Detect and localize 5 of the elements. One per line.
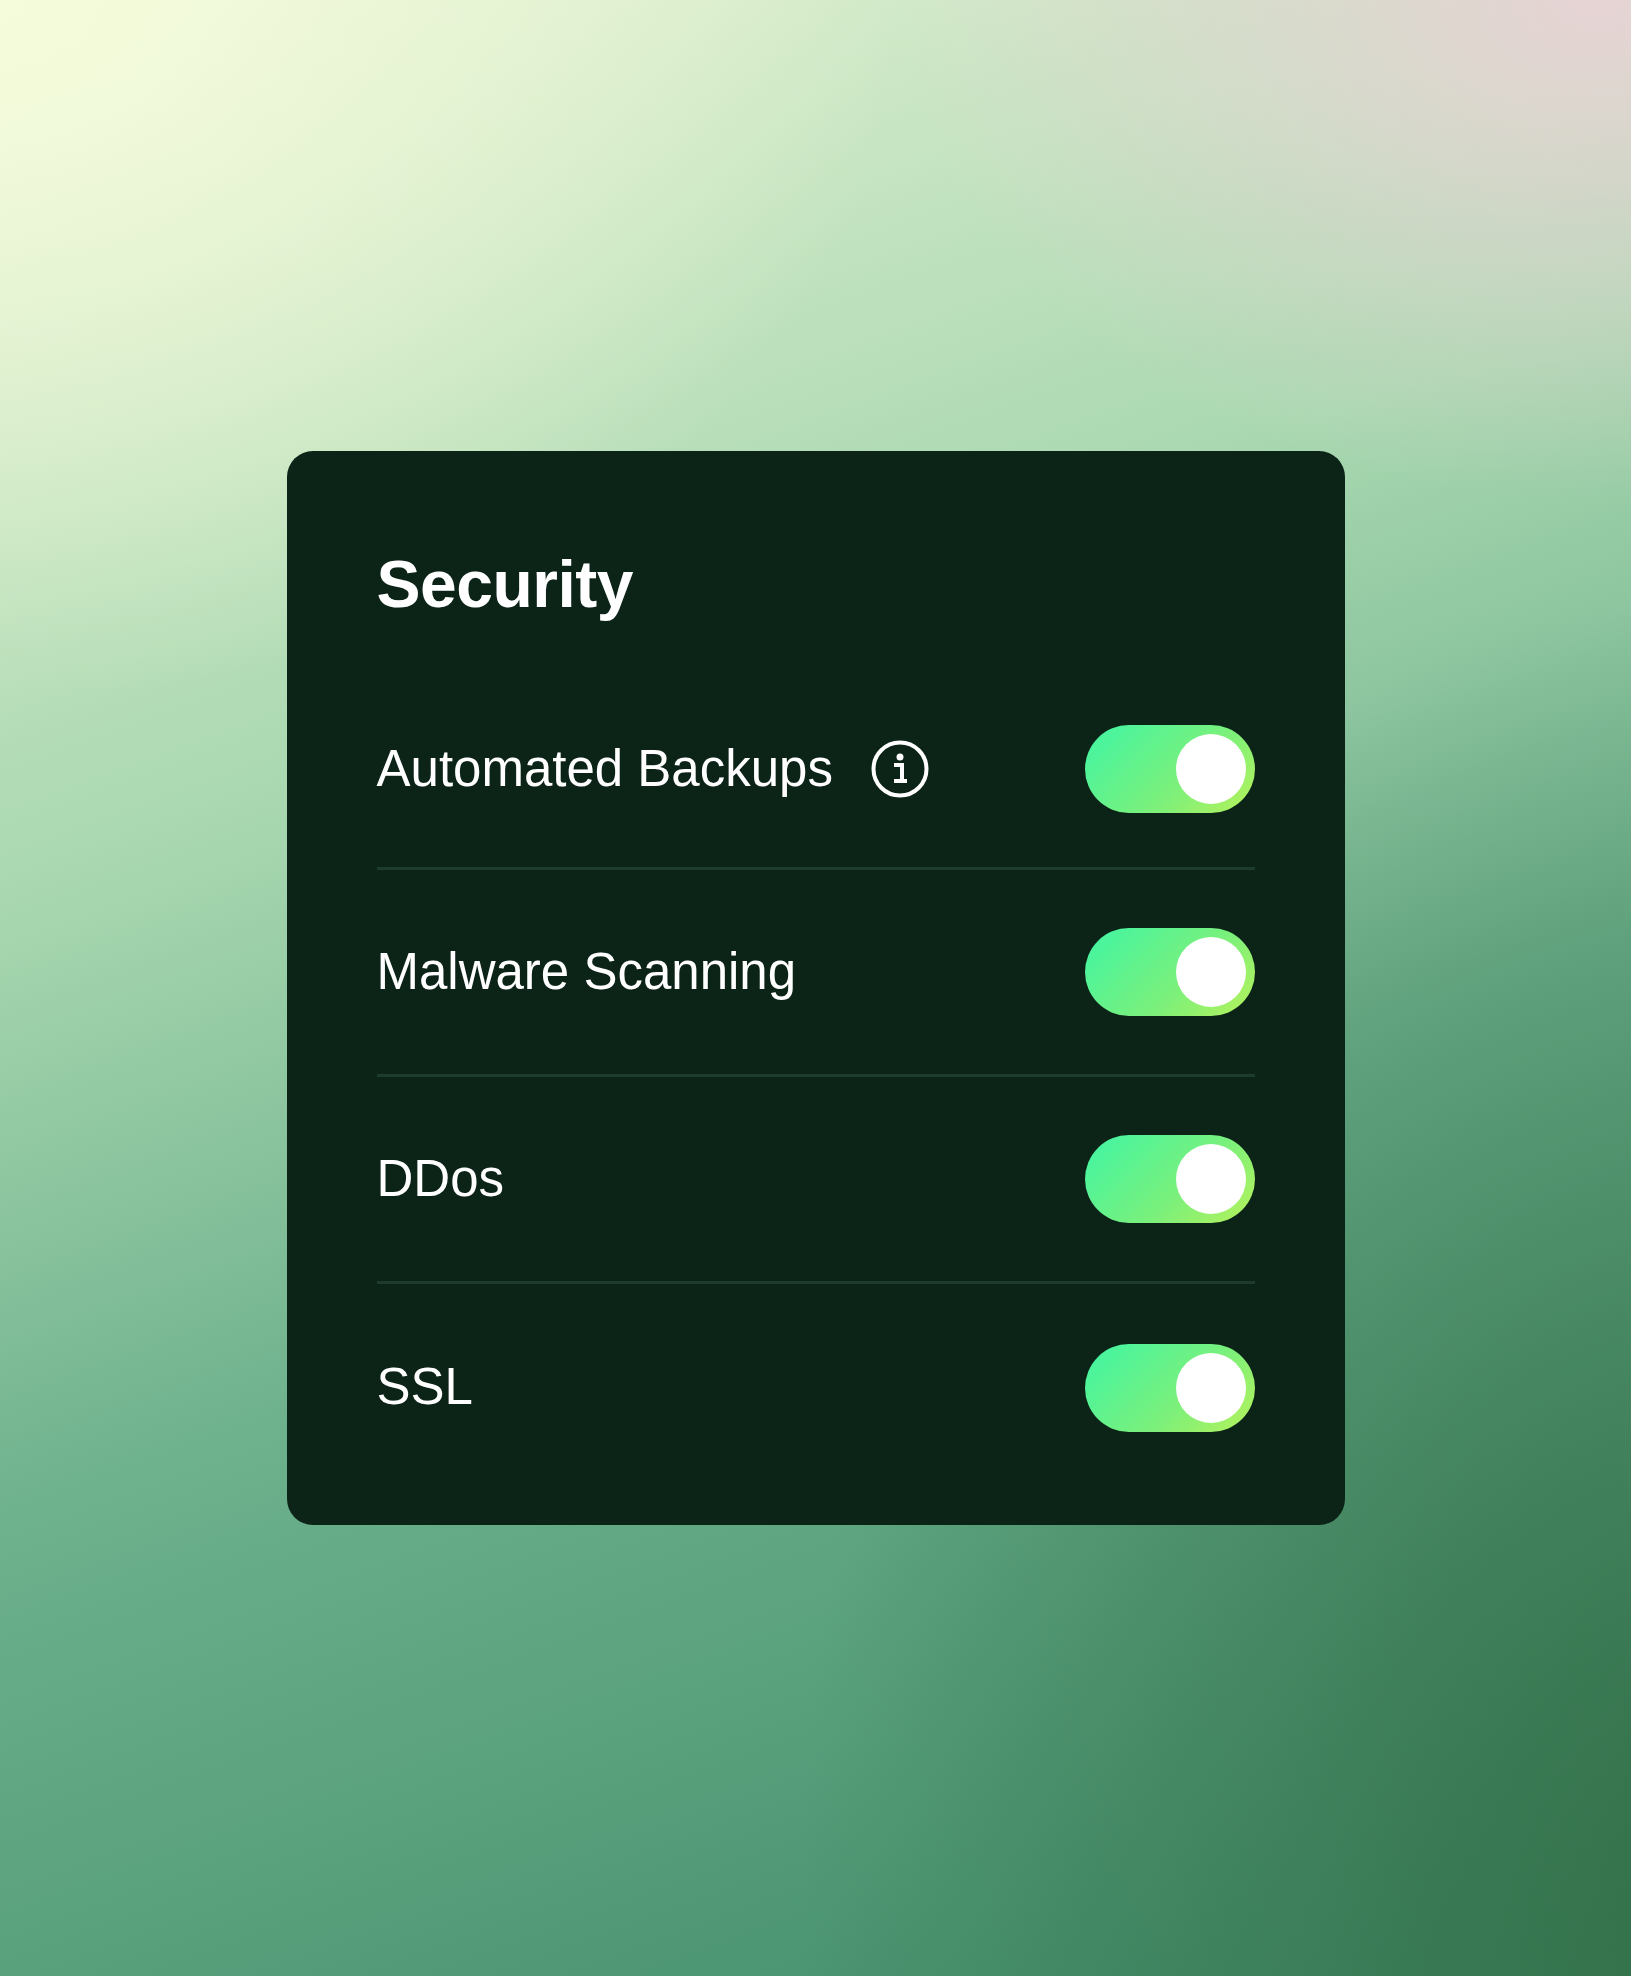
setting-label: SSL (376, 1357, 473, 1418)
setting-label: Malware Scanning (376, 941, 797, 1002)
setting-label: DDos (376, 1148, 505, 1209)
info-icon[interactable] (870, 740, 929, 798)
setting-label: Automated Backups (376, 738, 833, 799)
